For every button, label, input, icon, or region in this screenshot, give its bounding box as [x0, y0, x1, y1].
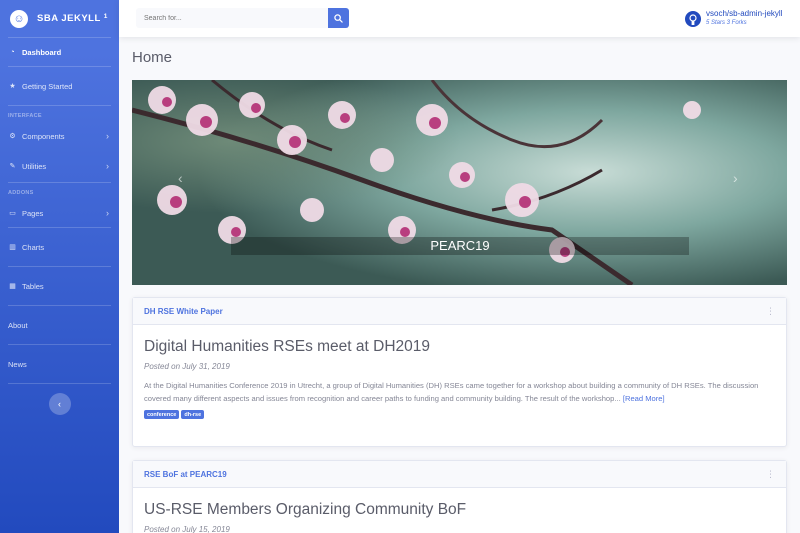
post-excerpt: At the Digital Humanities Conference 201… — [144, 380, 775, 405]
sidebar: ☺ SBA JEKYLL 1 ◔ Dashboard ★ Getting Star… — [0, 0, 119, 533]
sidebar-item-label: Dashboard — [22, 47, 62, 57]
sidebar-item-label: Utilities — [22, 161, 47, 171]
topbar: vsoch/sb-admin-jekyll 5 Stars 3 Forks — [119, 0, 800, 37]
github-icon — [685, 11, 701, 27]
sidebar-item-label: About — [8, 320, 28, 330]
sidebar-item-label: Getting Started — [22, 81, 73, 91]
brand-logo-icon: ☺ — [10, 9, 28, 28]
sidebar-item-getting-started[interactable]: ★ Getting Started — [0, 67, 119, 105]
sidebar-item-about[interactable]: About — [0, 306, 119, 344]
repo-name: vsoch/sb-admin-jekyll — [706, 9, 783, 18]
table-icon: ▦ — [9, 283, 16, 290]
folder-icon: ▭ — [9, 210, 16, 217]
post-card: RSE BoF at PEARC19 ⋮ US-RSE Members Orga… — [132, 460, 787, 533]
sidebar-item-news[interactable]: News — [0, 345, 119, 383]
repo-stats: 5 Stars 3 Forks — [706, 20, 747, 26]
post-title[interactable]: US-RSE Members Organizing Community BoF — [144, 501, 775, 519]
more-options-icon[interactable]: ⋮ — [766, 469, 775, 479]
sidebar-item-utilities[interactable]: ✎ Utilities › — [0, 150, 119, 182]
post-date: Posted on July 15, 2019 — [144, 525, 230, 533]
read-more-link[interactable]: [Read More] — [623, 394, 665, 403]
sidebar-item-charts[interactable]: ▥ Charts — [0, 228, 119, 266]
search-button[interactable] — [328, 8, 349, 28]
more-options-icon[interactable]: ⋮ — [766, 306, 775, 316]
sidebar-item-dashboard[interactable]: ◔ Dashboard — [0, 38, 119, 66]
tag-badge[interactable]: dh-rse — [181, 410, 205, 419]
sidebar-item-label: Components — [22, 131, 65, 141]
carousel-caption: PEARC19 — [231, 237, 689, 255]
search-form — [136, 8, 349, 28]
sidebar-item-pages[interactable]: ▭ Pages › — [0, 199, 119, 227]
sidebar-toggle-button[interactable]: ‹ — [48, 393, 71, 415]
gear-icon: ⚙ — [9, 133, 16, 140]
sidebar-divider — [8, 383, 111, 384]
card-header-title[interactable]: RSE BoF at PEARC19 — [144, 470, 227, 479]
sidebar-brand[interactable]: ☺ SBA JEKYLL 1 — [0, 0, 119, 37]
sidebar-item-components[interactable]: ⚙ Components › — [0, 122, 119, 150]
post-date: Posted on July 31, 2019 — [144, 362, 230, 371]
star-icon: ★ — [9, 83, 16, 90]
chevron-right-icon: › — [106, 131, 109, 141]
sidebar-item-label: News — [8, 359, 27, 369]
carousel-next-button[interactable]: › — [733, 170, 738, 186]
search-input[interactable] — [136, 8, 328, 28]
card-body: US-RSE Members Organizing Community BoF … — [133, 488, 786, 533]
brand-name: SBA JEKYLL — [37, 13, 101, 24]
page-title: Home — [132, 49, 173, 66]
card-header-title[interactable]: DH RSE White Paper — [144, 307, 223, 316]
sidebar-item-tables[interactable]: ▦ Tables — [0, 267, 119, 305]
card-header: DH RSE White Paper ⋮ — [133, 298, 786, 325]
carousel: ‹ › PEARC19 — [132, 80, 787, 285]
github-repo-link[interactable]: vsoch/sb-admin-jekyll 5 Stars 3 Forks — [685, 9, 782, 27]
chevron-right-icon: › — [106, 161, 109, 171]
sidebar-item-label: Tables — [22, 281, 44, 291]
search-icon — [334, 13, 343, 23]
card-header: RSE BoF at PEARC19 ⋮ — [133, 461, 786, 488]
carousel-prev-button[interactable]: ‹ — [178, 170, 183, 186]
chart-icon: ▥ — [9, 244, 16, 251]
card-body: Digital Humanities RSEs meet at DH2019 P… — [133, 325, 786, 419]
sidebar-heading-addons: ADDONS — [8, 190, 34, 196]
sidebar-item-label: Charts — [22, 242, 45, 252]
brand-version: 1 — [103, 13, 108, 20]
tag-badge[interactable]: conference — [144, 410, 180, 419]
post-card: DH RSE White Paper ⋮ Digital Humanities … — [132, 297, 787, 447]
tag-list: conference dh-rse — [144, 410, 775, 419]
wrench-icon: ✎ — [9, 163, 16, 170]
post-title[interactable]: Digital Humanities RSEs meet at DH2019 — [144, 338, 775, 356]
chevron-left-icon: ‹ — [58, 399, 61, 409]
sidebar-item-label: Pages — [22, 208, 44, 218]
chevron-right-icon: › — [106, 208, 109, 218]
dashboard-icon: ◔ — [10, 48, 15, 56]
post-excerpt-text: At the Digital Humanities Conference 201… — [144, 381, 759, 403]
sidebar-heading-interface: INTERFACE — [8, 113, 42, 119]
